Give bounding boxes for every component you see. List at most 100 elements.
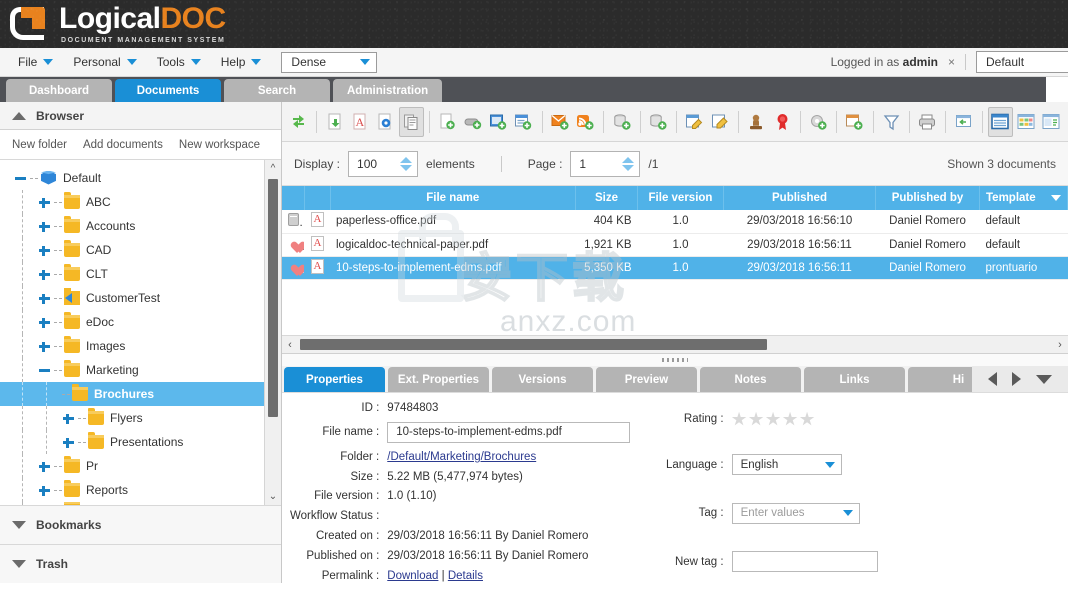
add-rss-feed-icon[interactable] <box>573 107 598 137</box>
tab-notes[interactable]: Notes <box>700 367 801 392</box>
tag-select[interactable]: Enter values <box>731 502 860 524</box>
gallery-view-icon[interactable] <box>1013 107 1038 137</box>
tree-scrollbar[interactable]: ^ ⌄ <box>264 160 281 505</box>
add-calendar-event-icon[interactable] <box>842 107 867 137</box>
scrollbar-track[interactable] <box>298 339 1052 350</box>
tree-node-marketing[interactable]: Marketing <box>0 358 281 382</box>
new-tag-input[interactable] <box>731 551 878 573</box>
tree-node-default[interactable]: Default <box>0 166 281 190</box>
tab-preview[interactable]: Preview <box>596 367 697 392</box>
star-icon[interactable] <box>748 411 764 426</box>
column-header-template[interactable]: Template <box>979 186 1068 210</box>
tab-links[interactable]: Links <box>804 367 905 392</box>
tree-node-accounts[interactable]: Accounts <box>0 214 281 238</box>
tree-node-abc[interactable]: ABC <box>0 190 281 214</box>
tab-administration[interactable]: Administration <box>333 79 443 102</box>
filename-input[interactable]: 10-steps-to-implement-edms.pdf <box>387 421 631 443</box>
star-icon[interactable] <box>799 411 815 426</box>
tree-node-presentations[interactable]: Presentations <box>0 430 281 454</box>
menu-tools[interactable]: Tools <box>147 51 211 73</box>
stepper-arrows[interactable] <box>621 152 639 176</box>
column-header-filename[interactable]: File name <box>330 186 576 210</box>
scrollbar-thumb[interactable] <box>268 179 278 417</box>
column-header-published[interactable]: Published <box>723 186 876 210</box>
new-workspace-button[interactable]: New workspace <box>179 139 260 151</box>
preview-view-icon[interactable] <box>1039 107 1064 137</box>
expand-toggle-icon[interactable] <box>38 316 51 329</box>
expand-toggle-icon[interactable] <box>38 292 51 305</box>
expand-toggle-icon[interactable] <box>62 412 75 425</box>
menu-file[interactable]: File <box>8 51 63 73</box>
table-row[interactable]: 10-steps-to-implement-edms.pdf 5,350 KB … <box>282 256 1068 280</box>
tree-node-partial[interactable] <box>0 502 281 505</box>
column-menu-icon[interactable] <box>1051 195 1061 201</box>
copy-document-icon[interactable] <box>398 106 425 137</box>
tree-node-flyers[interactable]: Flyers <box>0 406 281 430</box>
row-filename[interactable]: logicaldoc-technical-paper.pdf <box>330 233 576 257</box>
column-header-size[interactable]: Size <box>575 186 638 210</box>
tree-node-images[interactable]: Images <box>0 334 281 358</box>
expand-toggle-icon[interactable] <box>38 244 51 257</box>
workspace-select[interactable]: Default <box>976 51 1068 73</box>
stepper-down-icon[interactable] <box>400 164 413 171</box>
tab-search[interactable]: Search <box>224 79 330 102</box>
column-header-publishedby[interactable]: Published by <box>875 186 980 210</box>
expand-toggle-icon[interactable] <box>38 220 51 233</box>
refresh-icon[interactable] <box>286 107 311 137</box>
expand-toggle-icon[interactable] <box>38 460 51 473</box>
menu-personal[interactable]: Personal <box>63 51 146 73</box>
export-pdf-icon[interactable]: A <box>348 107 373 137</box>
table-row[interactable]: logicaldoc-technical-paper.pdf 1,921 KB … <box>282 233 1068 257</box>
tree-node-reports[interactable]: Reports <box>0 478 281 502</box>
scroll-up-icon[interactable]: ^ <box>265 160 282 177</box>
scan-document-icon[interactable] <box>460 107 485 137</box>
scroll-down-icon[interactable]: ⌄ <box>265 488 282 505</box>
stamp-icon[interactable] <box>744 107 769 137</box>
collapse-toggle-icon[interactable] <box>38 364 51 377</box>
edit-document-icon[interactable] <box>708 107 733 137</box>
download-document-icon[interactable] <box>322 107 347 137</box>
tree-node-customertest[interactable]: CustomerTest <box>0 286 281 310</box>
tab-properties[interactable]: Properties <box>284 367 385 392</box>
expand-toggle-icon[interactable] <box>38 484 51 497</box>
grid-horizontal-scrollbar[interactable]: ‹ › <box>282 335 1068 353</box>
permalink-download-link[interactable]: Download <box>387 570 438 582</box>
column-header-flag[interactable] <box>282 186 305 210</box>
add-screenshot-icon[interactable] <box>486 107 511 137</box>
page-input[interactable] <box>571 151 622 176</box>
tree-node-cad[interactable]: CAD <box>0 238 281 262</box>
list-view-icon[interactable] <box>987 106 1014 137</box>
tab-dashboard[interactable]: Dashboard <box>6 79 112 102</box>
page-stepper[interactable] <box>570 150 641 177</box>
sidebar-section-bookmarks[interactable]: Bookmarks <box>0 505 281 544</box>
browser-panel-header[interactable]: Browser <box>0 102 281 130</box>
tree-node-pr[interactable]: Pr <box>0 454 281 478</box>
row-filename[interactable]: 10-steps-to-implement-edms.pdf <box>330 256 576 280</box>
expand-toggle-icon[interactable] <box>38 268 51 281</box>
digital-signature-icon[interactable] <box>769 107 794 137</box>
scrollbar-thumb[interactable] <box>300 339 768 350</box>
expand-toggle-icon[interactable] <box>38 502 51 505</box>
density-select[interactable]: Dense <box>281 51 378 73</box>
tab-ext-properties[interactable]: Ext. Properties <box>388 367 489 392</box>
row-flag-cell[interactable] <box>282 256 304 280</box>
star-icon[interactable] <box>782 411 798 426</box>
tree-node-clt[interactable]: CLT <box>0 262 281 286</box>
star-icon[interactable] <box>731 411 747 426</box>
row-filename[interactable]: paperless-office.pdf <box>330 210 576 234</box>
display-elements-input[interactable] <box>349 151 400 176</box>
stepper-up-icon[interactable] <box>400 156 413 163</box>
workflow-settings-icon[interactable] <box>806 107 831 137</box>
stepper-arrows[interactable] <box>399 152 417 176</box>
add-archive-icon[interactable] <box>609 107 634 137</box>
print-icon[interactable] <box>915 107 940 137</box>
add-bundle-icon[interactable] <box>646 107 671 137</box>
filter-icon[interactable] <box>879 107 904 137</box>
tab-menu-icon[interactable] <box>1036 374 1053 384</box>
collapse-toggle-icon[interactable] <box>14 172 27 185</box>
expand-toggle-icon[interactable] <box>38 196 51 209</box>
permalink-details-link[interactable]: Details <box>448 570 483 582</box>
tab-scroll-left-icon[interactable] <box>987 372 997 386</box>
tree-node-brochures[interactable]: Brochures <box>0 382 281 406</box>
star-icon[interactable] <box>765 411 781 426</box>
